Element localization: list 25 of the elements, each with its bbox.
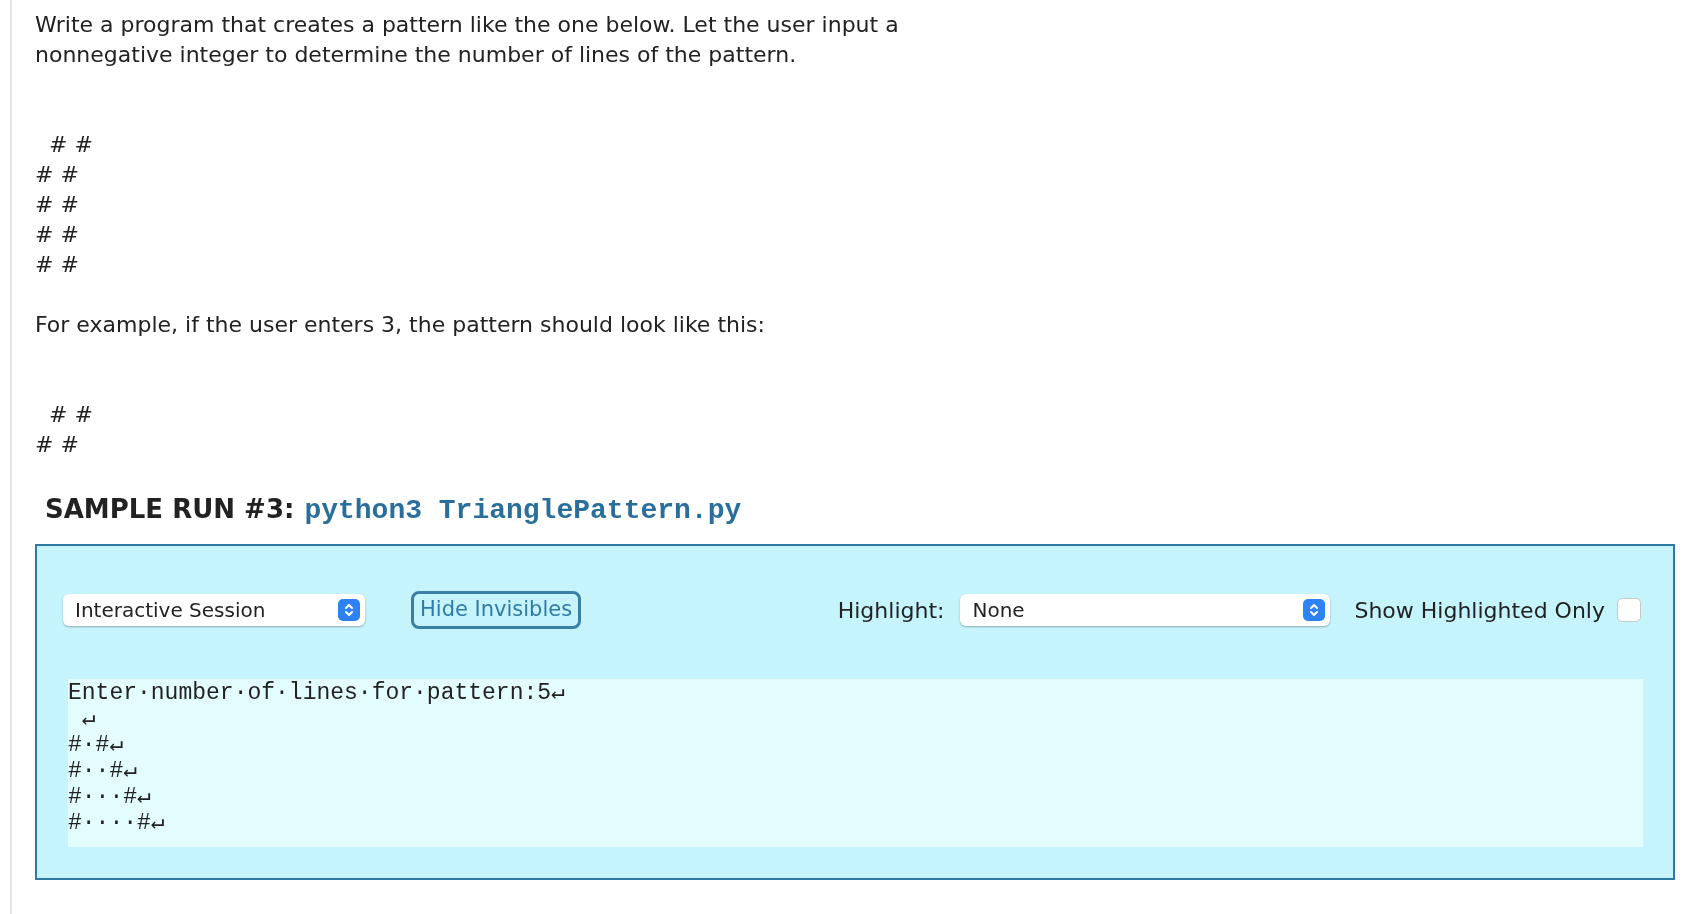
show-highlighted-only-label: Show Highlighted Only bbox=[1354, 596, 1605, 625]
console-line: Enter·number·of·lines·for·pattern:5↵ bbox=[68, 680, 565, 706]
pattern-line: # # bbox=[35, 191, 79, 219]
mode-select[interactable]: Interactive Session bbox=[63, 594, 365, 626]
example-text: For example, if the user enters 3, the pattern should look like this: bbox=[35, 311, 766, 339]
pattern-line: # # bbox=[48, 401, 93, 429]
sample-run-label: SAMPLE RUN #3: bbox=[45, 493, 295, 526]
console-line: ↵ bbox=[80, 706, 96, 732]
pattern-line: # # bbox=[35, 161, 79, 189]
show-highlighted-only-checkbox[interactable] bbox=[1617, 598, 1641, 622]
highlight-select[interactable]: None bbox=[960, 594, 1331, 626]
console-line: #·#↵ bbox=[68, 732, 124, 758]
command-text: python3 TrianglePattern.py bbox=[304, 494, 742, 528]
pattern-line: # # bbox=[48, 131, 93, 159]
console-line: #··#↵ bbox=[68, 758, 138, 784]
instructions-text: Write a program that creates a pattern like the one below. Let the user input a nonnegative integer to determine the number of lines of the pattern. bbox=[35, 11, 900, 69]
stepper-icon bbox=[1303, 599, 1326, 621]
hide-invisibles-button[interactable]: Hide Invisibles bbox=[411, 591, 582, 629]
pattern-line: # # bbox=[35, 431, 79, 459]
pattern-line: # # bbox=[35, 251, 79, 279]
console-line: #····#↵ bbox=[68, 810, 165, 836]
pattern-line: # # bbox=[35, 221, 79, 249]
stepper-icon bbox=[338, 599, 360, 621]
console-line: #···#↵ bbox=[68, 784, 151, 810]
highlight-label: Highlight: bbox=[837, 596, 945, 625]
